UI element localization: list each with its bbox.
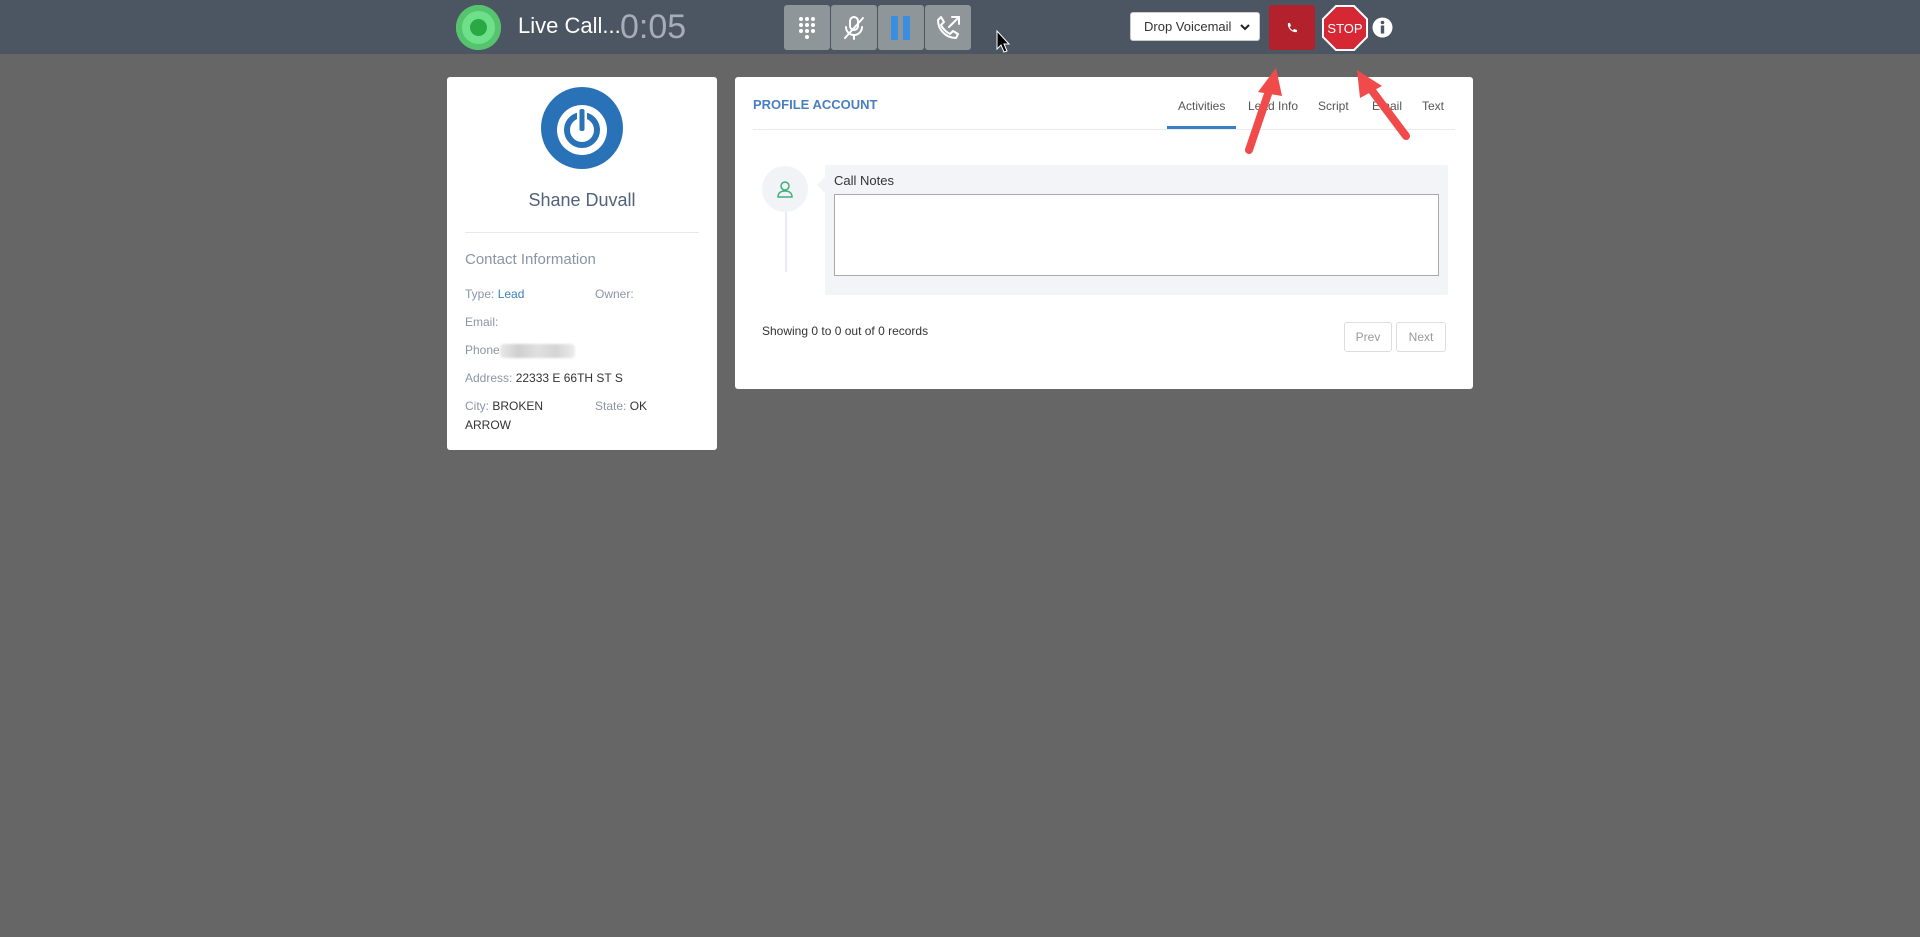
stop-label: STOP (1327, 21, 1362, 36)
email-field: Email: (465, 313, 498, 332)
chevron-down-icon (1240, 24, 1250, 31)
owner-label: Owner: (595, 287, 634, 301)
timeline-line (785, 207, 787, 272)
prev-button[interactable]: Prev (1344, 322, 1392, 352)
address-value: 22333 E 66TH ST S (515, 371, 623, 385)
call-notes-panel: Call Notes (825, 165, 1448, 295)
city-label: City: (465, 399, 489, 413)
dialpad-icon (799, 16, 815, 39)
email-label: Email: (465, 315, 499, 329)
tab-activities[interactable]: Activities (1178, 99, 1225, 113)
call-status-label: Live Call... (518, 13, 621, 38)
call-notes-label: Call Notes (834, 173, 894, 188)
type-field: Type: Lead (465, 285, 524, 304)
avatar (541, 87, 623, 169)
phone-icon (1287, 22, 1297, 32)
stop-button[interactable]: STOP (1322, 5, 1368, 51)
live-status-indicator (456, 5, 501, 50)
contact-info-heading: Contact Information (465, 251, 596, 268)
mic-off-icon (844, 15, 864, 40)
phone-field: Phone (465, 341, 575, 360)
call-toolbar: Live Call... 0:05 Drop Voicemail STOP (0, 0, 1920, 54)
active-tab-indicator (1167, 126, 1236, 129)
phone-value-redacted (499, 343, 575, 358)
profile-title: PROFILE ACCOUNT (753, 97, 878, 112)
dialpad-button[interactable] (784, 5, 830, 50)
hangup-button[interactable] (1269, 5, 1315, 50)
type-value[interactable]: Lead (498, 287, 525, 301)
user-icon (777, 181, 793, 198)
phone-label: Phone (465, 343, 500, 357)
state-value: OK (629, 399, 648, 413)
contact-card: Shane Duvall Contact Information Type: L… (447, 77, 717, 450)
type-label: Type: (465, 287, 495, 301)
call-timer: 0:05 (620, 8, 687, 46)
tabs-underline (753, 129, 1455, 130)
divider (465, 232, 699, 233)
records-count: Showing 0 to 0 out of 0 records (762, 324, 929, 338)
city-field: City: BROKEN ARROW (465, 397, 555, 435)
timeline-user-badge (762, 166, 808, 212)
owner-field: Owner: (595, 285, 634, 304)
tab-text[interactable]: Text (1422, 99, 1444, 113)
note-pointer (817, 177, 825, 193)
state-field: State: OK (595, 397, 647, 416)
tab-lead-info[interactable]: Lead Info (1248, 99, 1298, 113)
profile-account-card: PROFILE ACCOUNT Activities Lead Info Scr… (735, 77, 1473, 389)
state-label: State: (595, 399, 627, 413)
voicemail-select-value: Drop Voicemail (1144, 19, 1232, 34)
pause-icon (891, 15, 910, 40)
hold-button[interactable] (878, 5, 924, 50)
contact-name: Shane Duvall (528, 190, 636, 210)
info-icon (1372, 17, 1393, 38)
info-button[interactable] (1372, 17, 1393, 38)
stop-sign-icon: STOP (1322, 5, 1368, 51)
drop-voicemail-select[interactable]: Drop Voicemail (1130, 12, 1260, 41)
phone-transfer-icon (937, 15, 960, 39)
address-label: Address: (465, 371, 513, 385)
transfer-button[interactable] (925, 5, 971, 50)
tab-script[interactable]: Script (1318, 99, 1349, 113)
mute-button[interactable] (831, 5, 877, 50)
tab-email[interactable]: Email (1372, 99, 1402, 113)
call-notes-textarea[interactable] (834, 194, 1439, 276)
address-field: Address: 22333 E 66TH ST S (465, 369, 623, 388)
next-button[interactable]: Next (1396, 322, 1446, 352)
